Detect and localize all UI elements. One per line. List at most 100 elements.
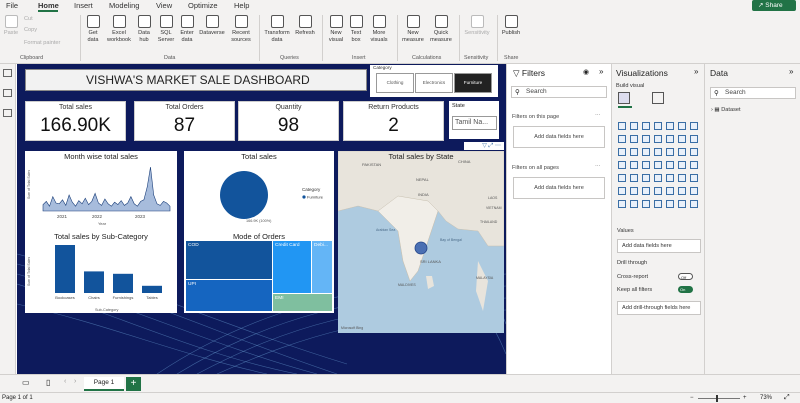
visual-type-icon[interactable]	[642, 200, 650, 208]
menu-insert[interactable]: Insert	[74, 1, 93, 10]
visual-type-icon[interactable]	[618, 122, 626, 130]
visual-type-icon[interactable]	[642, 148, 650, 156]
collapse-filters-icon[interactable]: »	[599, 67, 603, 76]
treemap-cell-credit-card[interactable]: Credit Card	[273, 241, 311, 293]
bar-chairs[interactable]	[84, 271, 104, 293]
total-sales-pie-visual[interactable]: Total sales 166.9K (100%) Category Furni…	[184, 151, 334, 231]
state-sales-map-visual[interactable]: PAKISTAN CHINA NEPAL INDIA Arabian Sea B…	[338, 151, 504, 333]
zoom-in-icon[interactable]: +	[743, 395, 747, 401]
visual-type-icon[interactable]	[654, 187, 662, 195]
values-drop-zone[interactable]: Add data fields here	[617, 239, 701, 253]
map-bubble-tamil-nadu[interactable]	[414, 241, 428, 255]
enter-data-button[interactable]: Enter data	[178, 15, 196, 43]
sensitivity-button[interactable]: Sensitivity	[462, 15, 492, 37]
recent-sources-button[interactable]: Recent sources	[228, 15, 254, 43]
quick-measure-button[interactable]: Quick measure	[428, 15, 454, 43]
visual-type-icon[interactable]	[678, 187, 686, 195]
menu-home[interactable]: Home	[38, 1, 59, 10]
cut-button[interactable]: Cut	[24, 16, 33, 22]
menu-view[interactable]: View	[156, 1, 172, 10]
visual-type-icon[interactable]	[642, 161, 650, 169]
visual-type-icon[interactable]	[678, 148, 686, 156]
visual-type-icon[interactable]	[618, 187, 626, 195]
treemap-cell-emi[interactable]: EMI	[273, 294, 332, 311]
visual-type-icon[interactable]	[666, 161, 674, 169]
visual-type-icon[interactable]	[678, 135, 686, 143]
visual-type-icon[interactable]	[654, 174, 662, 182]
visual-type-icon[interactable]	[654, 161, 662, 169]
focus-mode-icon[interactable]: ⤢	[489, 143, 494, 149]
filters-all-drop-zone[interactable]: Add data fields here	[513, 177, 605, 199]
dataverse-button[interactable]: Dataverse	[198, 15, 226, 37]
bar-bookcases[interactable]	[55, 245, 75, 293]
visual-type-icon[interactable]	[690, 135, 698, 143]
data-hub-button[interactable]: Data hub	[134, 15, 154, 43]
zoom-slider[interactable]	[698, 398, 740, 399]
visual-type-icon[interactable]	[690, 122, 698, 130]
visual-type-icon[interactable]	[630, 122, 638, 130]
menu-optimize[interactable]: Optimize	[188, 1, 218, 10]
visual-type-icon[interactable]	[618, 148, 626, 156]
visual-type-icon[interactable]	[618, 161, 626, 169]
build-visual-icon[interactable]	[618, 92, 630, 104]
menu-help[interactable]: Help	[234, 1, 249, 10]
visual-type-icon[interactable]	[618, 200, 626, 208]
visual-type-icon[interactable]	[630, 135, 638, 143]
get-data-button[interactable]: Get data	[83, 15, 103, 43]
table-view-icon[interactable]	[3, 89, 12, 97]
visual-type-icon[interactable]	[666, 187, 674, 195]
category-option-electronics[interactable]: Electronics	[415, 73, 453, 93]
new-visual-button[interactable]: New visual	[326, 15, 346, 43]
format-painter-button[interactable]: Format painter	[24, 40, 60, 46]
collapse-viz-icon[interactable]: »	[694, 67, 698, 76]
cross-report-toggle[interactable]: Off	[678, 273, 693, 280]
filters-page-more-icon[interactable]: ⋯	[595, 113, 601, 119]
bar-furnishings[interactable]	[113, 273, 133, 293]
menu-file[interactable]: File	[6, 1, 18, 10]
visual-type-icon[interactable]	[642, 122, 650, 130]
excel-workbook-button[interactable]: Excel workbook	[106, 15, 132, 43]
visual-type-icon[interactable]	[642, 174, 650, 182]
menu-modeling[interactable]: Modeling	[109, 1, 139, 10]
category-option-furniture[interactable]: Furniture	[454, 73, 492, 93]
visual-type-icon[interactable]	[678, 122, 686, 130]
subcategory-sales-visual[interactable]: Total sales by Sub-Category Sum of Total…	[25, 231, 177, 313]
dataset-tree-item[interactable]: › ▦ Dataset	[711, 107, 741, 113]
treemap-cell-debit[interactable]: Debi...	[312, 241, 332, 293]
visual-type-icon[interactable]	[654, 148, 662, 156]
visual-type-icon[interactable]	[666, 148, 674, 156]
mode-of-orders-visual[interactable]: Mode of Orders COD UPI Credit Card Debi.…	[184, 231, 334, 313]
sql-server-button[interactable]: SQL Server	[156, 15, 176, 43]
prev-page-icon[interactable]: ‹	[64, 378, 66, 385]
visual-type-icon[interactable]	[690, 161, 698, 169]
publish-button[interactable]: Publish	[500, 15, 522, 37]
zoom-slider-thumb[interactable]	[716, 395, 718, 402]
keep-filters-toggle[interactable]: On	[678, 286, 693, 293]
visual-type-icon[interactable]	[630, 200, 638, 208]
paste-button[interactable]: Paste	[2, 15, 20, 37]
treemap-cell-upi[interactable]: UPI	[186, 280, 272, 311]
visual-type-icon[interactable]	[690, 187, 698, 195]
state-dropdown[interactable]: Tamil Na...	[452, 116, 497, 130]
visual-type-icon[interactable]	[630, 174, 638, 182]
visual-type-icon[interactable]	[630, 161, 638, 169]
format-visual-icon[interactable]	[652, 92, 664, 104]
fit-to-page-icon[interactable]: ⤢	[784, 394, 790, 402]
report-view-icon[interactable]	[3, 69, 12, 77]
visual-type-icon[interactable]	[678, 174, 686, 182]
treemap-cell-cod[interactable]: COD	[186, 241, 272, 279]
more-options-icon[interactable]: ⋯	[495, 143, 501, 149]
data-search-input[interactable]: Search	[710, 87, 796, 99]
visual-type-icon[interactable]	[666, 135, 674, 143]
visual-type-icon[interactable]	[666, 174, 674, 182]
collapse-data-icon[interactable]: »	[789, 67, 793, 76]
add-page-button[interactable]: +	[126, 377, 141, 391]
visual-type-icon[interactable]	[690, 174, 698, 182]
month-wise-sales-visual[interactable]: Month wise total sales Sum of Total Sale…	[25, 151, 177, 231]
bar-tables[interactable]	[142, 285, 162, 293]
visual-type-icon[interactable]	[654, 135, 662, 143]
visual-type-icon[interactable]	[618, 174, 626, 182]
category-option-clothing[interactable]: Clothing	[376, 73, 414, 93]
visual-type-icon[interactable]	[678, 200, 686, 208]
visual-type-icon[interactable]	[654, 200, 662, 208]
